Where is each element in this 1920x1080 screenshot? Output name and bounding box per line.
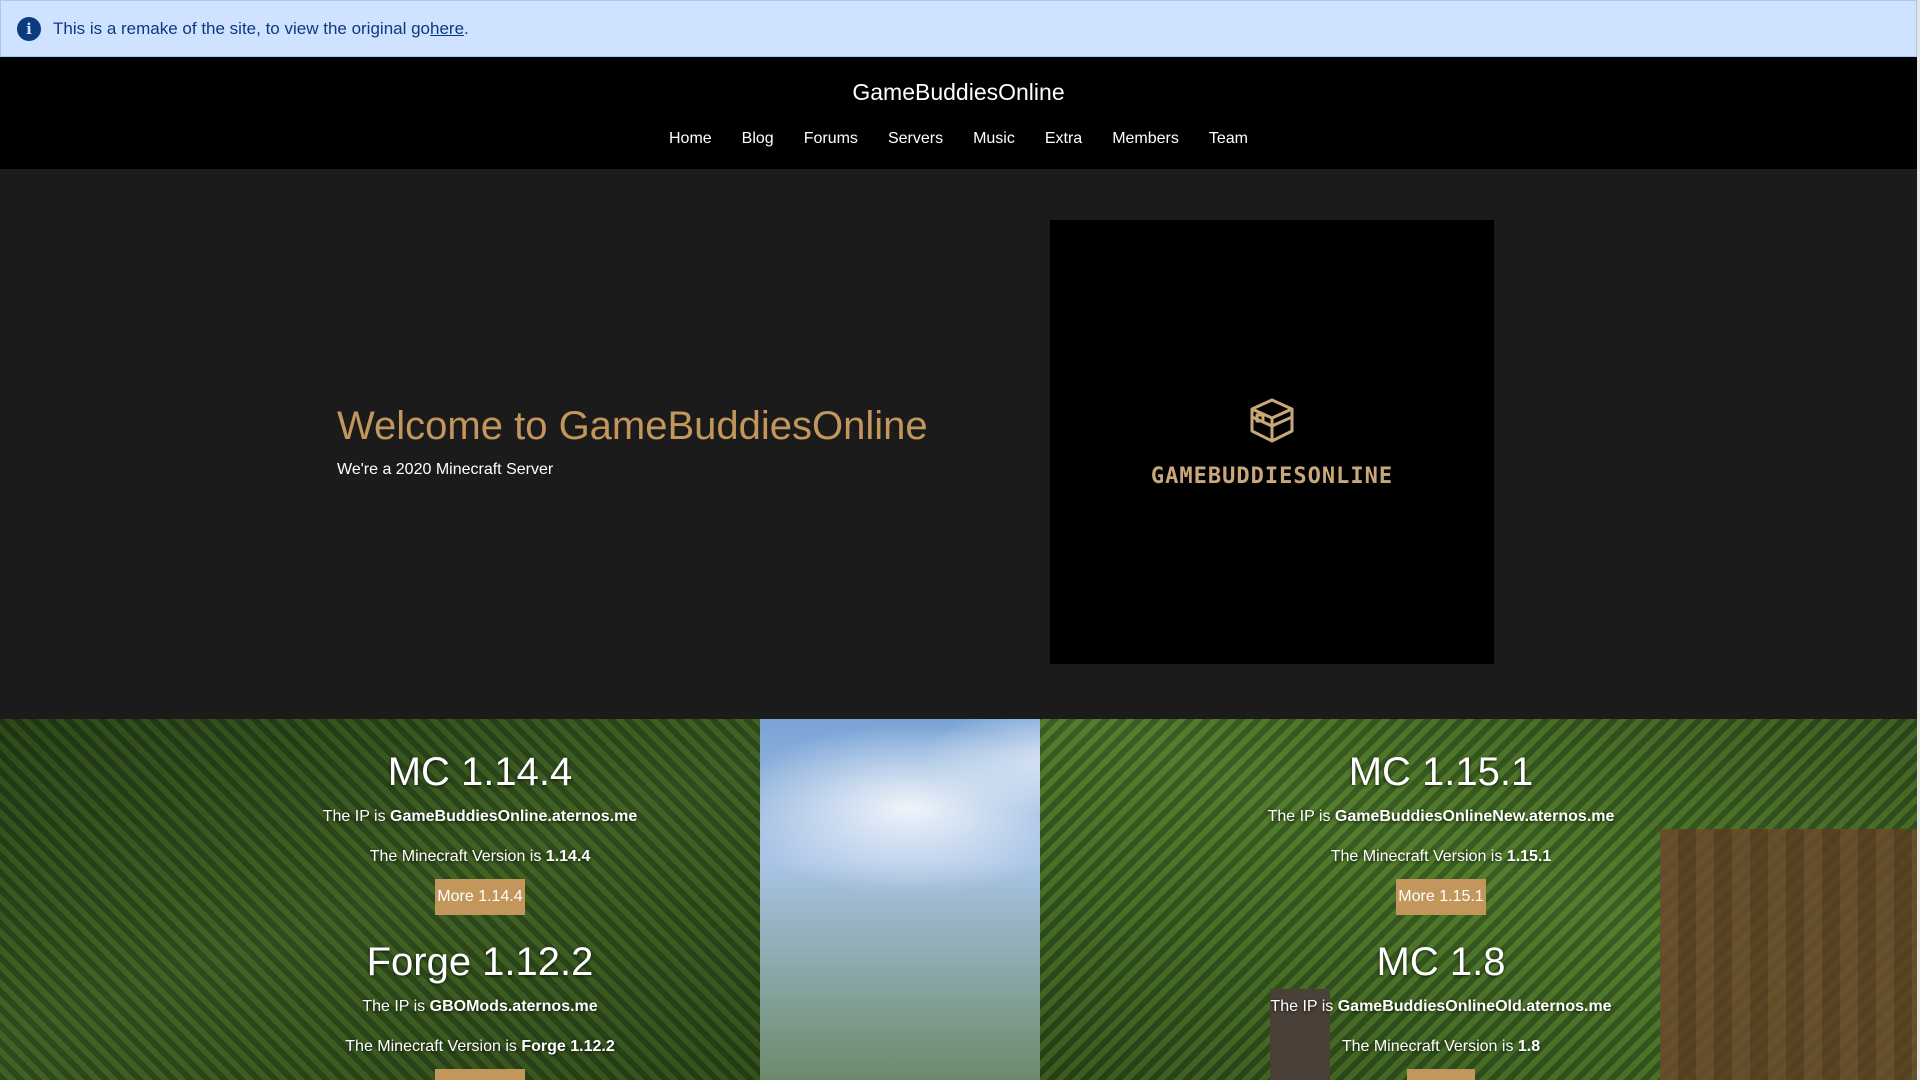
server-card: Forge 1.12.2 The IP is GBOMods.aternos.m… [220, 939, 740, 1080]
original-site-link[interactable]: here [430, 19, 464, 39]
nav-blog[interactable]: Blog [727, 130, 789, 148]
server-ip-line: The IP is GameBuddiesOnlineNew.aternos.m… [1267, 808, 1615, 825]
nav-home[interactable]: Home [654, 130, 727, 148]
server-ip-line: The IP is GBOMods.aternos.me [362, 998, 598, 1015]
nav-members[interactable]: Members [1097, 130, 1194, 148]
site-title: GameBuddiesOnline [852, 79, 1065, 105]
info-icon: i [17, 16, 41, 41]
chest-icon [1250, 398, 1294, 443]
server-version: 1.14.4 [545, 848, 591, 865]
banner-end: . [464, 18, 469, 38]
server-ip: GBOMods.aternos.me [429, 998, 598, 1015]
server-title: MC 1.15.1 [1348, 750, 1534, 794]
server-version-line: The Minecraft Version is 1.15.1 [1330, 848, 1552, 865]
nav-servers[interactable]: Servers [873, 130, 958, 148]
server-ip-line: The IP is GameBuddiesOnlineOld.aternos.m… [1270, 998, 1612, 1015]
nav-music[interactable]: Music [958, 130, 1030, 148]
server-version: 1.8 [1517, 1038, 1541, 1055]
server-version-line: The Minecraft Version is Forge 1.12.2 [345, 1038, 615, 1055]
server-ip: GameBuddiesOnline.aternos.me [390, 808, 638, 825]
servers-section: MC 1.14.4 The IP is GameBuddiesOnline.at… [0, 719, 1917, 1080]
server-title: MC 1.14.4 [387, 750, 573, 794]
server-version: 1.15.1 [1506, 848, 1552, 865]
info-banner: i This is a remake of the site, to view … [0, 0, 1917, 57]
more-button[interactable]: More 1.8 [1407, 1069, 1475, 1080]
logo-image: GAMEBUDDIESONLINE [1050, 220, 1494, 664]
site-header: GameBuddiesOnline Home Blog Forums Serve… [0, 57, 1917, 169]
server-version: Forge 1.12.2 [521, 1038, 615, 1055]
logo-wordmark: GAMEBUDDIESONLINE [1150, 464, 1394, 489]
banner-text: This is a remake of the site, to view th… [53, 18, 431, 38]
more-button[interactable]: More 1.12.2 [435, 1069, 525, 1080]
server-ip: GameBuddiesOnlineOld.aternos.me [1337, 998, 1612, 1015]
more-button[interactable]: More 1.14.4 [435, 879, 525, 915]
nav-extra[interactable]: Extra [1030, 130, 1097, 148]
hero-tagline: We're a 2020 Minecraft Server [337, 461, 554, 478]
server-title: Forge 1.12.2 [366, 940, 594, 984]
server-ip-line: The IP is GameBuddiesOnline.aternos.me [322, 808, 638, 825]
nav-team[interactable]: Team [1194, 130, 1263, 148]
main-nav: Home Blog Forums Servers Music Extra Mem… [0, 130, 1917, 148]
server-version-line: The Minecraft Version is 1.8 [1341, 1038, 1541, 1055]
server-card: MC 1.8 The IP is GameBuddiesOnlineOld.at… [1181, 939, 1701, 1080]
hero-section [0, 169, 1917, 719]
server-title: MC 1.8 [1376, 940, 1506, 984]
nav-forums[interactable]: Forums [789, 130, 873, 148]
server-version-line: The Minecraft Version is 1.14.4 [369, 848, 591, 865]
welcome-heading: Welcome to GameBuddiesOnline [337, 404, 928, 448]
server-ip: GameBuddiesOnlineNew.aternos.me [1334, 808, 1615, 825]
server-card: MC 1.14.4 The IP is GameBuddiesOnline.at… [220, 749, 740, 915]
server-card: MC 1.15.1 The IP is GameBuddiesOnlineNew… [1181, 749, 1701, 915]
more-button[interactable]: More 1.15.1 [1396, 879, 1486, 915]
